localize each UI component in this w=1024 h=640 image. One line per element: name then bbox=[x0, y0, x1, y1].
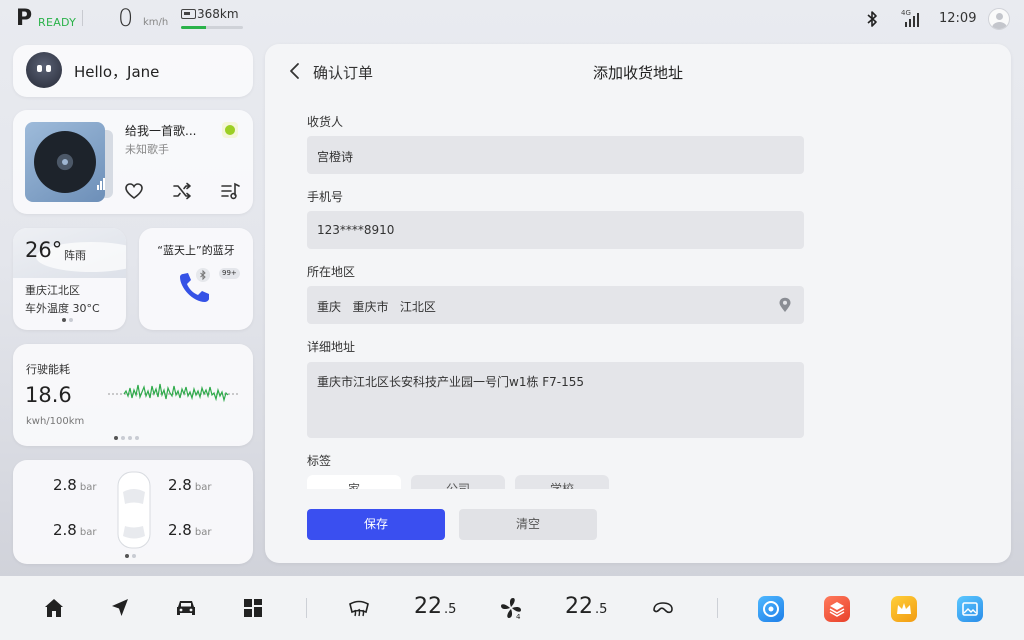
speed-value: 0 bbox=[118, 4, 134, 32]
phone-label: 手机号 bbox=[307, 190, 344, 204]
tire-pressure-card[interactable]: 2.8 bar 2.8 bar 2.8 bar 2.8 bar bbox=[13, 460, 253, 564]
weather-temperature: 26° bbox=[25, 238, 63, 262]
range-value: 368km bbox=[197, 7, 239, 21]
range-bar-fill bbox=[181, 26, 206, 29]
tag-options: 家 公司 学校 bbox=[307, 475, 627, 489]
driver-temperature[interactable]: 22.5 bbox=[414, 594, 456, 619]
bottom-dock: 22.5 4 22.5 bbox=[0, 576, 1024, 640]
status-bar: P READY 0 km/h 368km 4G 12:09 bbox=[0, 0, 1024, 38]
navigation-icon[interactable] bbox=[108, 596, 132, 620]
passenger-temperature[interactable]: 22.5 bbox=[565, 594, 607, 619]
app-tile-stack-icon[interactable] bbox=[824, 596, 850, 622]
bluetooth-icon[interactable] bbox=[866, 10, 878, 28]
weather-card[interactable]: 26° 阵雨 重庆江北区 车外温度 30°C bbox=[13, 228, 126, 330]
heart-icon[interactable] bbox=[123, 182, 145, 200]
unread-badge: 99+ bbox=[219, 268, 240, 279]
song-title: 给我一首歌... bbox=[125, 124, 197, 138]
bluetooth-phone-card[interactable]: “蓝天上”的蓝牙 99+ bbox=[139, 228, 253, 330]
tag-school[interactable]: 学校 bbox=[515, 475, 609, 489]
detail-address-label: 详细地址 bbox=[307, 340, 356, 354]
shuffle-icon[interactable] bbox=[171, 182, 193, 200]
energy-card[interactable]: 行驶能耗 18.6 kwh/100km bbox=[13, 344, 253, 446]
song-artist: 未知歌手 bbox=[125, 143, 169, 156]
music-card[interactable]: 给我一首歌... 未知歌手 bbox=[13, 110, 253, 214]
tire-rear-left: 2.8 bar bbox=[53, 521, 97, 539]
energy-sparkline bbox=[108, 383, 240, 403]
tire-page-dots bbox=[125, 554, 136, 558]
region-label: 所在地区 bbox=[307, 265, 356, 279]
clock: 12:09 bbox=[939, 11, 977, 26]
tire-front-left: 2.8 bar bbox=[53, 476, 97, 494]
tire-rear-right: 2.8 bar bbox=[168, 521, 212, 539]
clear-button[interactable]: 清空 bbox=[459, 509, 597, 540]
app-tile-gallery-icon[interactable] bbox=[957, 596, 983, 622]
gear-indicator: P bbox=[16, 6, 33, 31]
car-top-view-icon bbox=[117, 471, 151, 549]
weather-page-dots bbox=[62, 318, 73, 322]
speed-unit: km/h bbox=[143, 17, 169, 28]
tag-label: 标签 bbox=[307, 454, 332, 468]
network-type: 4G bbox=[901, 9, 911, 17]
region-value: 重庆 重庆市 江北区 bbox=[317, 300, 436, 314]
energy-page-dots bbox=[114, 436, 139, 440]
detail-address-field[interactable]: 重庆市江北区长安科技产业园一号门w1栋 F7-155 bbox=[307, 362, 804, 438]
assistant-robot-icon[interactable] bbox=[26, 52, 62, 88]
app-tile-blue-icon[interactable] bbox=[758, 596, 784, 622]
fan-level: 4 bbox=[516, 613, 521, 620]
energy-value: 18.6 bbox=[25, 383, 72, 407]
status-divider bbox=[82, 10, 83, 26]
dock-divider bbox=[717, 598, 718, 618]
greeting-text: Hello，Jane bbox=[74, 63, 160, 81]
recipient-value: 宫橙诗 bbox=[317, 150, 354, 164]
location-pin-icon[interactable] bbox=[778, 297, 792, 313]
dock-divider bbox=[306, 598, 307, 618]
music-app-icon bbox=[222, 122, 238, 138]
energy-title: 行驶能耗 bbox=[26, 363, 70, 376]
vinyl-record-icon bbox=[34, 131, 96, 193]
bluetooth-device-name: “蓝天上”的蓝牙 bbox=[157, 244, 235, 257]
tag-home[interactable]: 家 bbox=[307, 475, 401, 489]
energy-unit: kwh/100km bbox=[26, 416, 85, 427]
recipient-field[interactable]: 宫橙诗 bbox=[307, 136, 804, 174]
bluetooth-badge-icon bbox=[196, 268, 210, 282]
signal-icon: 4G bbox=[901, 9, 919, 27]
hello-card[interactable]: Hello，Jane bbox=[13, 45, 253, 97]
user-avatar[interactable] bbox=[988, 8, 1010, 30]
air-circulation-icon[interactable] bbox=[651, 596, 675, 620]
weather-city: 重庆江北区 bbox=[25, 284, 80, 297]
range-bar bbox=[181, 26, 243, 29]
battery-range-icon bbox=[181, 9, 196, 19]
fan-icon[interactable]: 4 bbox=[499, 596, 523, 620]
weather-condition: 阵雨 bbox=[64, 249, 86, 262]
playlist-icon[interactable] bbox=[220, 182, 242, 200]
phone-field[interactable]: 123****8910 bbox=[307, 211, 804, 249]
tire-front-right: 2.8 bar bbox=[168, 476, 212, 494]
save-button[interactable]: 保存 bbox=[307, 509, 445, 540]
tag-company[interactable]: 公司 bbox=[411, 475, 505, 489]
address-form-panel: 确认订单 添加收货地址 收货人 宫橙诗 手机号 123****8910 所在地区… bbox=[265, 44, 1011, 563]
apps-grid-icon[interactable] bbox=[241, 596, 265, 620]
rear-defrost-icon[interactable] bbox=[347, 596, 371, 620]
car-icon[interactable] bbox=[174, 596, 198, 620]
outside-temperature: 车外温度 30°C bbox=[25, 302, 100, 315]
detail-address-value: 重庆市江北区长安科技产业园一号门w1栋 F7-155 bbox=[317, 375, 585, 389]
page-title: 添加收货地址 bbox=[592, 64, 683, 82]
ready-indicator: READY bbox=[38, 16, 77, 29]
phone-value: 123****8910 bbox=[317, 223, 395, 237]
app-tile-crown-icon[interactable] bbox=[891, 596, 917, 622]
recipient-label: 收货人 bbox=[307, 115, 344, 129]
home-icon[interactable] bbox=[42, 596, 66, 620]
region-field[interactable]: 重庆 重庆市 江北区 bbox=[307, 286, 804, 324]
album-art[interactable] bbox=[25, 122, 105, 202]
